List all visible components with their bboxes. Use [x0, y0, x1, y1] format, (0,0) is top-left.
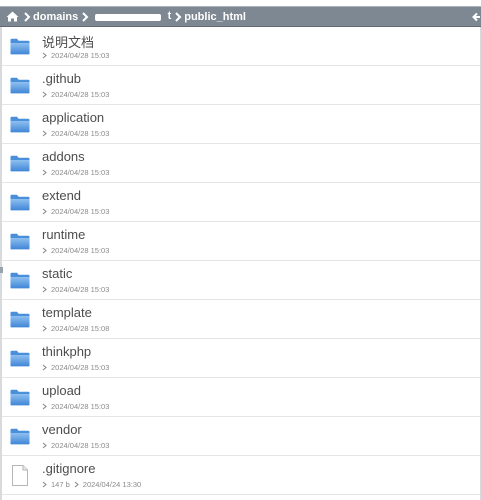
file-meta: 2024/04/28 15:03: [42, 246, 109, 255]
folder-icon: [10, 233, 30, 250]
folder-icon: [10, 389, 30, 406]
folder-row[interactable]: .github 2024/04/28 15:03: [2, 66, 480, 105]
modified-date: 2024/04/28 15:03: [51, 168, 110, 177]
file-manager: domains t public_html 说明文档 2024/04/28 15:…: [0, 0, 481, 500]
file-name: .gitignore: [42, 461, 96, 476]
modified-date: 2024/04/28 15:03: [51, 129, 110, 138]
modified-date: 2024/04/28 15:03: [51, 285, 110, 294]
folder-row[interactable]: static 2024/04/28 15:03: [2, 261, 480, 300]
modified-date: 2024/04/28 15:08: [51, 324, 110, 333]
file-name: upload: [42, 383, 82, 398]
folder-row[interactable]: extend 2024/04/28 15:03: [2, 183, 480, 222]
chevron-right-icon: [42, 208, 47, 215]
file-meta: 2024/04/28 15:03: [42, 168, 109, 177]
file-meta: 2024/04/28 15:03: [42, 90, 109, 99]
chevron-right-icon: [42, 91, 47, 98]
chevron-right-icon: [42, 130, 47, 137]
chevron-right-icon: [80, 11, 90, 23]
breadcrumb-item-redacted[interactable]: t: [91, 9, 172, 23]
file-name: extend: [42, 188, 82, 203]
file-name: vendor: [42, 422, 82, 437]
file-meta: 2024/04/28 15:03: [42, 51, 109, 60]
chevron-right-icon: [173, 11, 183, 23]
file-name: addons: [42, 149, 85, 164]
folder-icon: [10, 311, 30, 328]
modified-date: 2024/04/28 15:03: [51, 363, 110, 372]
file-list: 说明文档 2024/04/28 15:03 .github 2024/04/28 15…: [2, 27, 480, 495]
file-icon: [12, 465, 28, 486]
folder-icon: [10, 38, 30, 55]
chevron-right-icon: [42, 364, 47, 371]
chevron-right-icon: [42, 403, 47, 410]
folder-row[interactable]: addons 2024/04/28 15:03: [2, 144, 480, 183]
file-name: runtime: [42, 227, 86, 242]
file-meta: 147 b 2024/04/24 13:30: [42, 480, 141, 489]
arrow-left-icon[interactable]: [471, 10, 481, 24]
chevron-right-icon: [42, 52, 47, 59]
folder-row[interactable]: template 2024/04/28 15:08: [2, 300, 480, 339]
file-meta: 2024/04/28 15:03: [42, 441, 109, 450]
modified-date: 2024/04/28 15:03: [51, 51, 110, 60]
folder-row[interactable]: 说明文档 2024/04/28 15:03: [2, 27, 480, 66]
folder-icon: [10, 272, 30, 289]
folder-icon: [10, 116, 30, 133]
file-name: static: [42, 266, 73, 281]
folder-row[interactable]: runtime 2024/04/28 15:03: [2, 222, 480, 261]
file-meta: 2024/04/28 15:03: [42, 402, 109, 411]
file-row[interactable]: .gitignore 147 b 2024/04/24 13:30: [2, 456, 480, 495]
folder-icon: [10, 350, 30, 367]
file-meta: 2024/04/28 15:03: [42, 129, 109, 138]
file-size: 147 b: [51, 480, 70, 489]
file-name: thinkphp: [42, 344, 92, 359]
redaction-mark: [95, 13, 162, 21]
folder-row[interactable]: application 2024/04/28 15:03: [2, 105, 480, 144]
modified-date: 2024/04/28 15:03: [51, 90, 110, 99]
file-meta: 2024/04/28 15:03: [42, 363, 109, 372]
file-name: .github: [42, 71, 82, 86]
chevron-right-icon: [22, 11, 32, 23]
file-meta: 2024/04/28 15:03: [42, 207, 109, 216]
chevron-right-icon: [42, 442, 47, 449]
file-name: template: [42, 305, 92, 320]
file-name: 说明文档: [42, 35, 95, 50]
folder-icon: [10, 77, 30, 94]
chevron-right-icon: [42, 325, 47, 332]
breadcrumb: domains t public_html: [0, 6, 481, 27]
modified-date: 2024/04/28 15:03: [51, 441, 110, 450]
folder-row[interactable]: thinkphp 2024/04/28 15:03: [2, 339, 480, 378]
home-icon[interactable]: [6, 11, 20, 23]
modified-date: 2024/04/28 15:03: [51, 402, 110, 411]
folder-row[interactable]: upload 2024/04/28 15:03: [2, 378, 480, 417]
file-meta: 2024/04/28 15:03: [42, 285, 109, 294]
chevron-right-icon: [42, 286, 47, 293]
folder-row[interactable]: vendor 2024/04/28 15:03: [2, 417, 480, 456]
folder-icon: [10, 428, 30, 445]
modified-date: 2024/04/24 13:30: [82, 480, 142, 489]
breadcrumb-item-domain: t: [167, 9, 172, 22]
chevron-right-icon: [42, 169, 47, 176]
modified-date: 2024/04/28 15:03: [51, 207, 110, 216]
chevron-right-icon: [74, 481, 79, 488]
breadcrumb-item-domains[interactable]: domains: [33, 11, 78, 23]
modified-date: 2024/04/28 15:03: [51, 246, 110, 255]
chevron-right-icon: [42, 247, 47, 254]
folder-icon: [10, 155, 30, 172]
chevron-right-icon: [42, 481, 47, 488]
breadcrumb-item-public-html[interactable]: public_html: [184, 11, 246, 23]
file-name: application: [42, 110, 105, 125]
file-meta: 2024/04/28 15:08: [42, 324, 109, 333]
folder-icon: [10, 194, 30, 211]
